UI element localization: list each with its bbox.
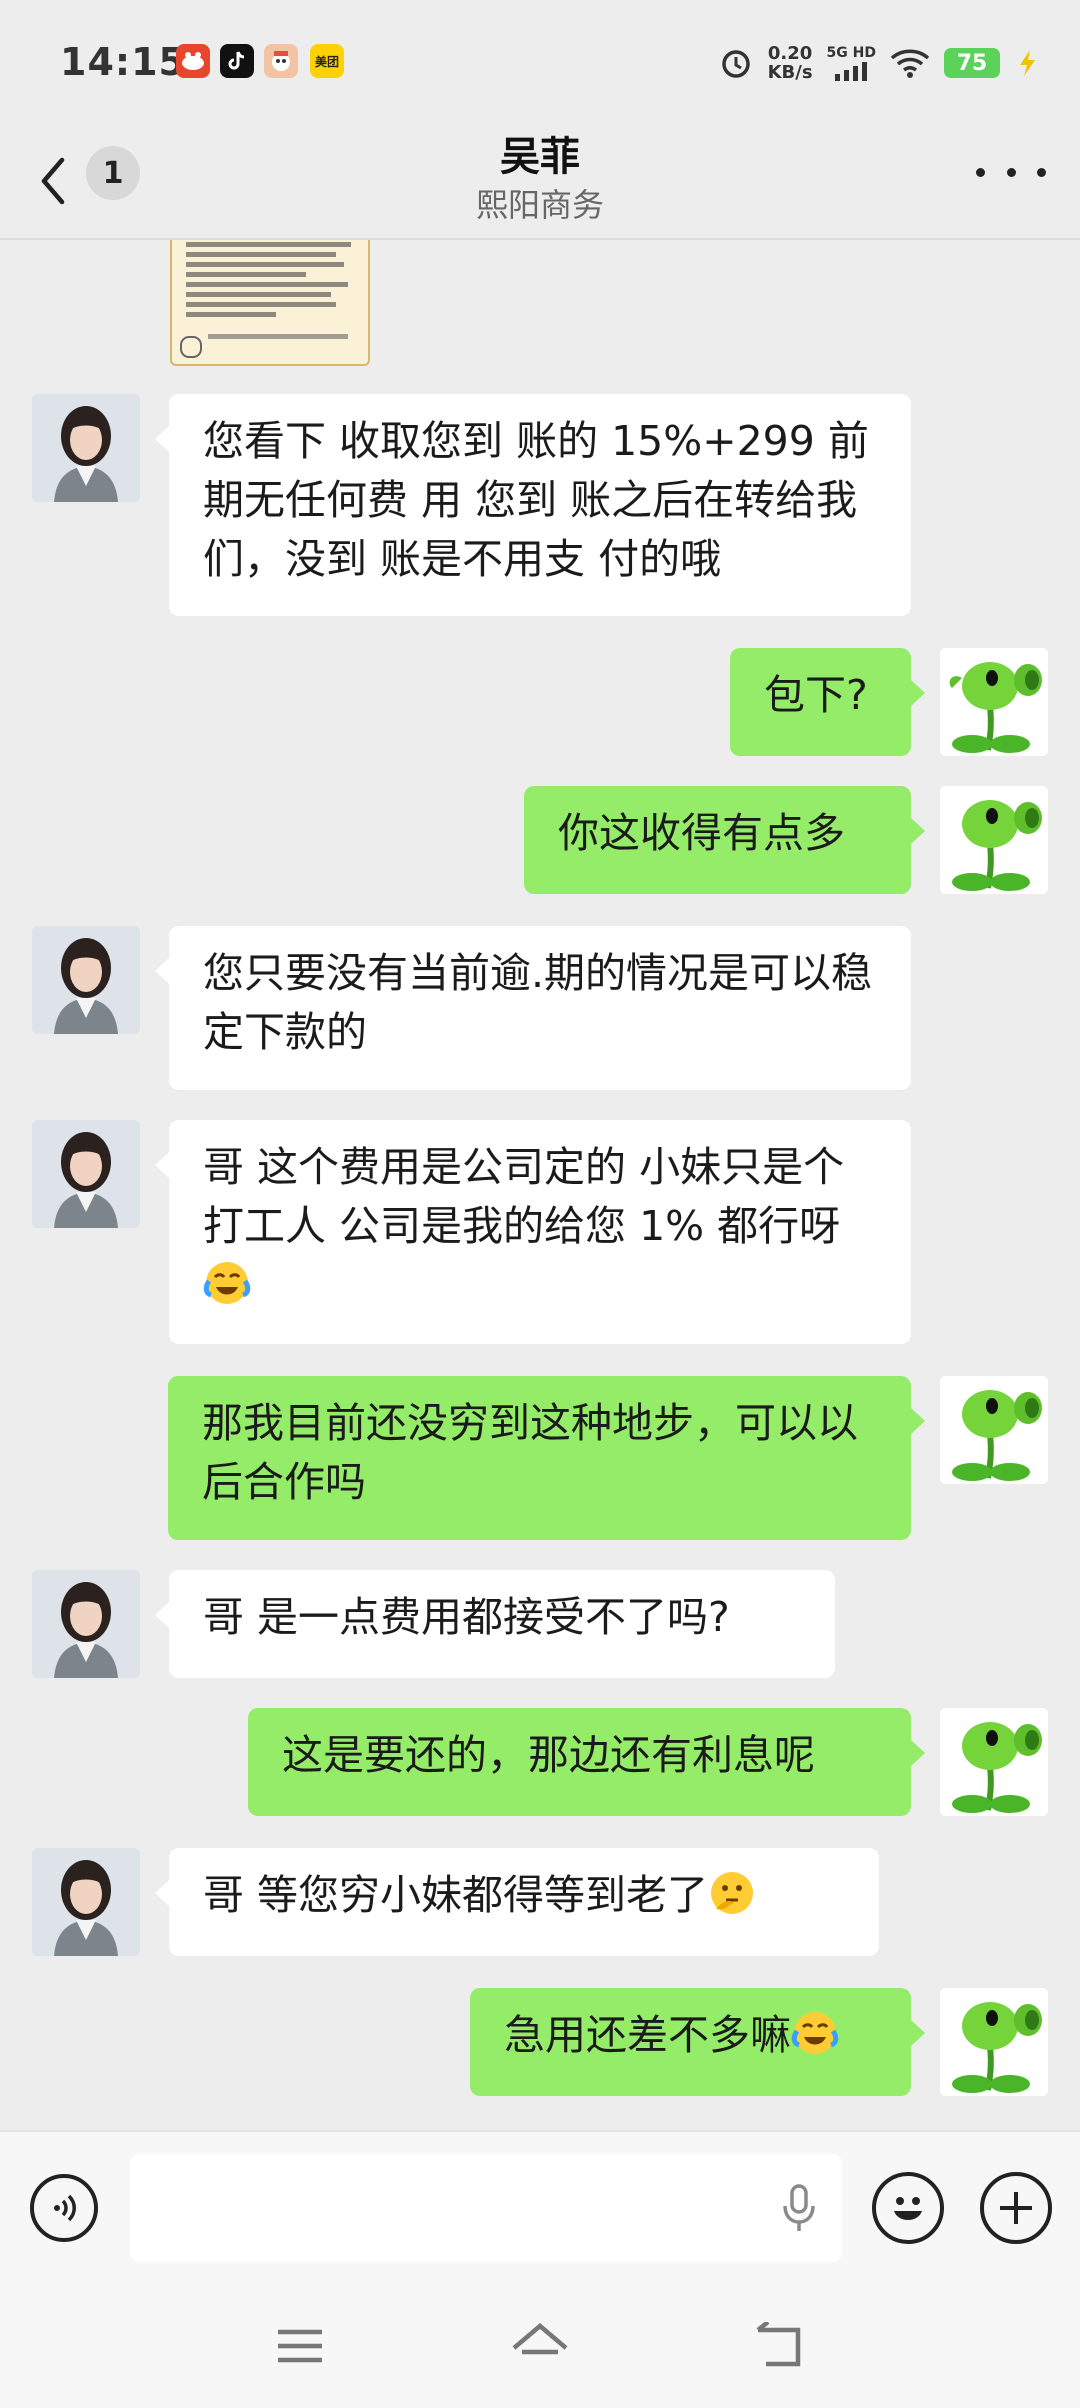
- peashooter-avatar-icon: [940, 648, 1048, 756]
- woman-avatar-icon: [32, 1570, 140, 1678]
- woman-avatar-icon: [32, 926, 140, 1034]
- laugh-cry-emoji-icon: [203, 1262, 251, 1304]
- document-image-thumbnail[interactable]: [170, 240, 370, 366]
- contact-avatar[interactable]: [32, 394, 140, 502]
- net-speed-unit: KB/s: [767, 62, 813, 83]
- peashooter-avatar-icon: [940, 1708, 1048, 1816]
- peashooter-avatar-icon: [940, 786, 1048, 894]
- voice-mode-icon: [54, 2194, 76, 2222]
- message-bubble-incoming[interactable]: 您只要没有当前逾.期的情况是可以稳定下款的: [169, 926, 911, 1090]
- message-bubble-incoming[interactable]: 哥 这个费用是公司定的 小妹只是个打工人 公司是我的给您 1% 都行呀: [169, 1120, 911, 1344]
- phone-icon: [180, 336, 202, 358]
- message-bubble-outgoing[interactable]: 这是要还的，那边还有利息呢: [248, 1708, 911, 1816]
- message-bubble-outgoing[interactable]: 急用还差不多嘛: [470, 1988, 911, 2096]
- message-text: 哥 等您穷小妹都得等到老了: [203, 1871, 709, 1919]
- contact-avatar[interactable]: [32, 1120, 140, 1228]
- menu-icon: [278, 2329, 322, 2363]
- alarm-icon: [721, 50, 750, 78]
- thinking-emoji-icon: [711, 1872, 754, 1914]
- input-bar: [0, 2130, 1080, 2282]
- plus-icon: [1000, 2192, 1032, 2224]
- notification-app-icon: [176, 44, 210, 78]
- system-navigation-bar: [0, 2280, 1080, 2408]
- message-text: 哥 这个费用是公司定的 小妹只是个打工人 公司是我的给您 1% 都行呀: [203, 1143, 845, 1250]
- emoji-button[interactable]: [872, 2172, 944, 2244]
- message-bubble-incoming[interactable]: 您看下 收取您到 账的 15%+299 前期无任何费 用 您到 账之后在转给我们…: [169, 394, 911, 616]
- peashooter-avatar-icon: [940, 1988, 1048, 2096]
- message-bubble-outgoing[interactable]: 你这收得有点多: [524, 786, 911, 894]
- voice-mode-button[interactable]: [30, 2174, 98, 2242]
- status-bar: 14:15 美团 0.20 KB/s 5G HD 75: [0, 0, 1080, 128]
- chat-area[interactable]: 您看下 收取您到 账的 15%+299 前期无任何费 用 您到 账之后在转给我们…: [0, 240, 1080, 2130]
- home-icon: [512, 2323, 568, 2355]
- cellular-indicator: 5G HD: [826, 44, 876, 81]
- net-speed-value: 0.20: [767, 43, 813, 64]
- more-dots-icon: [976, 167, 985, 177]
- message-bubble-incoming[interactable]: 哥 是一点费用都接受不了吗?: [169, 1570, 835, 1678]
- contact-avatar[interactable]: [32, 926, 140, 1034]
- meituan-icon: 美团: [310, 44, 344, 78]
- message-bubble-outgoing[interactable]: 那我目前还没穷到这种地步，可以以后合作吗: [168, 1376, 911, 1540]
- laugh-cry-emoji-icon: [791, 2012, 839, 2054]
- contact-avatar[interactable]: [32, 1570, 140, 1678]
- message-bubble-incoming[interactable]: 哥 等您穷小妹都得等到老了: [169, 1848, 879, 1956]
- my-avatar[interactable]: [940, 786, 1048, 894]
- home-button[interactable]: [510, 2316, 570, 2376]
- more-functions-button[interactable]: [980, 2172, 1052, 2244]
- my-avatar[interactable]: [940, 1708, 1048, 1816]
- signal-icon: [835, 61, 868, 81]
- message-text: 急用还差不多嘛: [504, 2011, 791, 2059]
- my-avatar[interactable]: [940, 648, 1048, 756]
- cartoon-app-icon: [264, 44, 298, 78]
- emoji-icon: [894, 2197, 922, 2220]
- battery-indicator: 75: [944, 48, 1000, 78]
- charging-icon: [1020, 50, 1035, 76]
- network-type: 5G HD: [826, 44, 876, 61]
- peashooter-avatar-icon: [940, 1376, 1048, 1484]
- woman-avatar-icon: [32, 1120, 140, 1228]
- message-bubble-outgoing[interactable]: 包下?: [730, 648, 911, 756]
- contact-name[interactable]: 吴菲: [0, 124, 1080, 182]
- woman-avatar-icon: [32, 394, 140, 502]
- status-right: 0.20 KB/s 5G HD 75: [718, 38, 1040, 88]
- my-avatar[interactable]: [940, 1376, 1048, 1484]
- net-speed: 0.20 KB/s: [768, 44, 813, 82]
- tiktok-icon: [220, 44, 254, 78]
- more-options-button[interactable]: [976, 152, 1046, 192]
- message-input[interactable]: [130, 2154, 842, 2262]
- menu-button[interactable]: [270, 2316, 330, 2376]
- contact-subtitle: 熙阳商务: [475, 186, 604, 224]
- back-icon: [756, 2322, 801, 2367]
- woman-avatar-icon: [32, 1848, 140, 1956]
- back-nav-button[interactable]: [750, 2316, 810, 2376]
- contact-avatar[interactable]: [32, 1848, 140, 1956]
- wifi-icon: [890, 49, 930, 78]
- status-time: 14:15: [60, 40, 186, 84]
- my-avatar[interactable]: [940, 1988, 1048, 2096]
- microphone-icon[interactable]: [782, 2184, 816, 2234]
